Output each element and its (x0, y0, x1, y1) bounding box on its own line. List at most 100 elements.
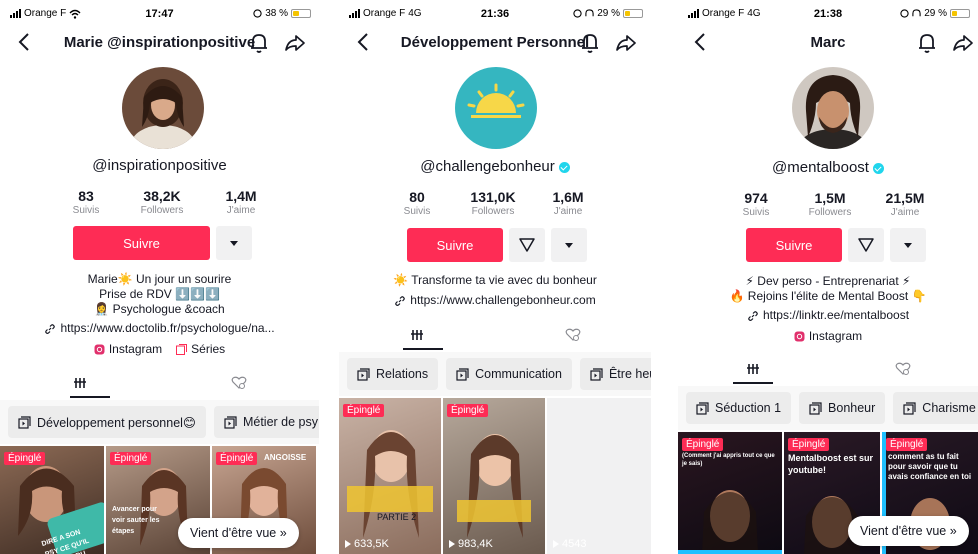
view-count-text: 983,4K (458, 538, 493, 550)
playlist-label: Bonheur (828, 401, 876, 415)
bell-icon[interactable] (916, 31, 938, 55)
tab-liked[interactable] (828, 354, 978, 384)
playlist-chip[interactable]: Communication (446, 358, 572, 390)
video-caption: (Comment j'ai appris tout ce que je sais… (682, 453, 775, 467)
stat-following[interactable]: 83 Suivis (68, 188, 104, 216)
instagram-link[interactable]: Instagram (794, 329, 862, 344)
playlist-chip[interactable]: Développement personnel😊 (8, 406, 206, 438)
playlist-icon (809, 401, 822, 415)
stat-followers[interactable]: 131,0K Followers (453, 189, 533, 217)
share-icon[interactable] (284, 31, 306, 55)
playlist-label: Communication (475, 367, 562, 381)
playlist-chip[interactable]: Être heureux (579, 358, 651, 390)
series-link[interactable]: Séries (176, 342, 225, 357)
more-options-button[interactable] (551, 228, 587, 262)
avatar[interactable] (122, 67, 204, 149)
playlist-chip[interactable]: Bonheur (799, 392, 886, 424)
view-count-text: 633,5K (354, 538, 389, 550)
stat-followers-label: Followers (471, 206, 515, 217)
stat-likes-count: 1,6M (552, 189, 584, 205)
avatar[interactable] (792, 67, 874, 149)
more-options-button[interactable] (890, 228, 926, 262)
pinned-badge: Épinglé (4, 452, 46, 465)
series-icon (176, 344, 188, 355)
pinned-badge: Épinglé (447, 404, 489, 417)
stats-row: 80 Suivis 131,0K Followers 1,6M J'aime (397, 189, 593, 217)
bio-link[interactable]: https://www.doctolib.fr/psychologue/na..… (0, 321, 319, 336)
page-title: Développement Personnel (400, 34, 590, 51)
stat-likes[interactable]: 1,4M J'aime (216, 188, 266, 216)
video-thumbnail[interactable]: Épinglé PARTIE 2 633,5K (339, 398, 441, 554)
page-title: Marie @inspirationpositive (63, 34, 256, 51)
playlist-label: Métier de psy (242, 415, 318, 429)
filter-button[interactable] (848, 228, 884, 262)
tab-videos[interactable] (0, 368, 160, 398)
playlist-icon (456, 367, 469, 381)
battery-icon (950, 9, 970, 18)
playlist-chip[interactable]: Séduction 1 (686, 392, 792, 424)
battery: 29 % (900, 8, 970, 19)
nav-bar: Marc (678, 28, 978, 58)
stat-following[interactable]: 974 Suivis (736, 190, 776, 218)
follow-button[interactable]: Suivre (407, 228, 503, 262)
video-caption: PARTIE 2 (377, 512, 417, 522)
playlist-icon (590, 367, 603, 381)
bio-link[interactable]: https://www.challengebonheur.com (339, 293, 651, 308)
playlist-icon (903, 401, 916, 415)
stat-following-label: Suivis (742, 207, 770, 218)
tab-liked[interactable] (160, 368, 320, 398)
playlist-bar: Séduction 1 Bonheur Charisme (678, 386, 978, 430)
playlist-chip[interactable]: Métier de psy (213, 406, 319, 438)
filter-button[interactable] (509, 228, 545, 262)
stat-likes[interactable]: 21,5M J'aime (878, 190, 932, 218)
share-icon[interactable] (615, 31, 637, 55)
pinned-badge: Épinglé (343, 404, 385, 417)
playlist-chip[interactable]: Relations (347, 358, 439, 390)
follow-button[interactable]: Suivre (746, 228, 842, 262)
bio-link[interactable]: https://linktr.ee/mentalboost (678, 308, 978, 323)
bio-link-text: https://www.challengebonheur.com (410, 293, 596, 307)
more-options-button[interactable] (216, 226, 252, 260)
follow-button[interactable]: Suivre (73, 226, 210, 260)
share-icon[interactable] (952, 31, 974, 55)
liked-hidden-icon (895, 362, 911, 375)
bio-link-text: https://linktr.ee/mentalboost (762, 308, 910, 322)
tab-videos[interactable] (678, 354, 828, 384)
sun-logo-icon (455, 67, 537, 149)
pinned-badge: Épinglé (682, 438, 724, 451)
playlist-chip[interactable]: Charisme (893, 392, 978, 424)
stat-likes[interactable]: 1,6M J'aime (543, 189, 593, 217)
stat-followers[interactable]: 1,5M Followers (792, 190, 868, 218)
bio-line: ☀️ Transforme ta vie avec du bonheur (393, 273, 597, 287)
filter-icon (858, 238, 874, 252)
avatar-photo (792, 67, 874, 149)
alarm-icon (900, 9, 909, 18)
recently-viewed-pill[interactable]: Vient d'être vue » (848, 516, 969, 546)
video-caption: Mentalboost est sur youtube! (788, 453, 874, 475)
recently-viewed-pill[interactable]: Vient d'être vue » (178, 518, 299, 548)
pinned-badge: Épinglé (886, 438, 928, 451)
stat-following[interactable]: 80 Suivis (397, 189, 437, 217)
tab-videos[interactable] (339, 320, 495, 350)
bio: ⚡ Dev perso - Entreprenariat ⚡ 🔥 Rejoins… (678, 274, 978, 304)
instagram-link[interactable]: Instagram (94, 342, 162, 357)
thumbnail-image (347, 430, 433, 538)
avatar-photo (122, 67, 204, 149)
battery-icon (291, 9, 311, 18)
filter-icon (519, 238, 535, 252)
stat-followers[interactable]: 38,2K Followers (122, 188, 202, 216)
bell-icon[interactable] (579, 31, 601, 55)
battery: 38 % (253, 8, 311, 19)
profile-actions: Suivre (407, 228, 587, 262)
video-thumbnail[interactable]: Épinglé (Comment j'ai appris tout ce que… (678, 432, 782, 554)
pinned-badge: Épinglé (216, 452, 258, 465)
video-thumbnail[interactable]: Épinglé DIRE A SON PSY CE QU'IL NE FAIT … (0, 446, 104, 554)
play-icon (553, 540, 559, 548)
video-thumbnail[interactable]: Épinglé 983,4K (443, 398, 545, 554)
social-links: Instagram Séries (0, 342, 319, 357)
bio-line: ⚡ Dev perso - Entreprenariat ⚡ (745, 274, 911, 288)
avatar[interactable] (455, 67, 537, 149)
video-thumbnail[interactable]: 4543 (547, 398, 651, 554)
tab-liked[interactable] (495, 320, 651, 350)
bell-icon[interactable] (248, 31, 270, 55)
